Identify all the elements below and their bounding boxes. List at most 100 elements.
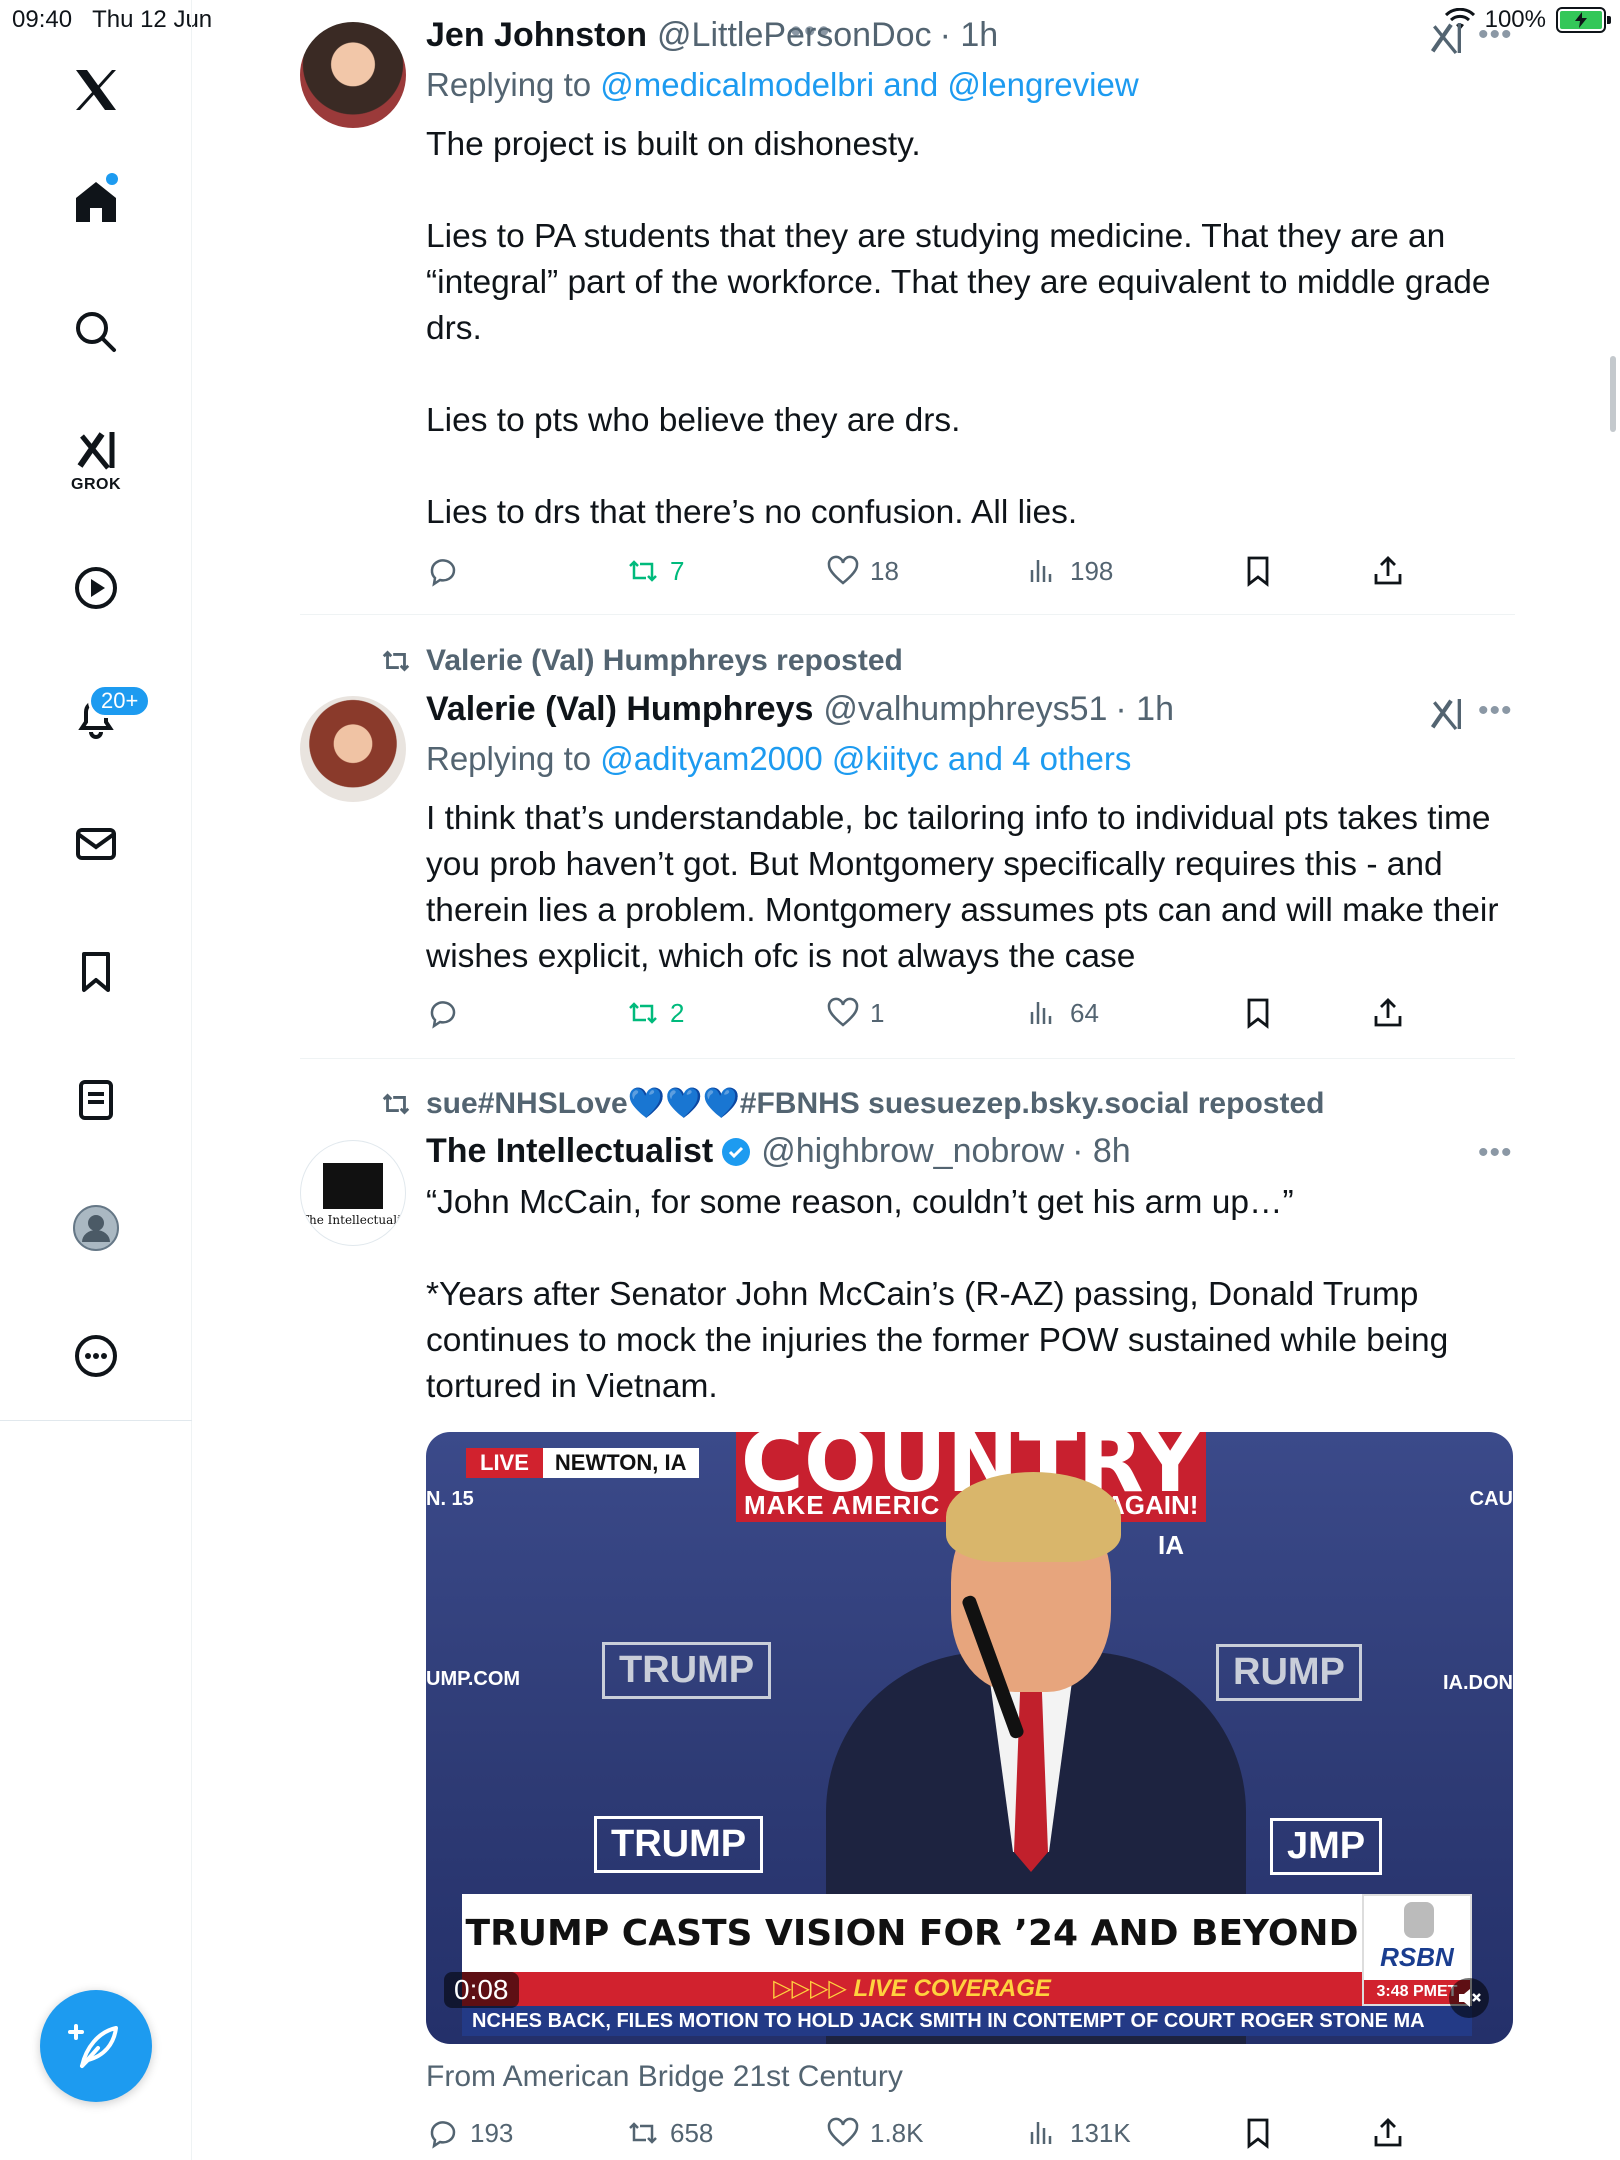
- share-icon: [1374, 998, 1402, 1027]
- video-play-icon[interactable]: [66, 558, 126, 618]
- repost-button[interactable]: 7: [626, 554, 684, 588]
- replying-to-link[interactable]: @adityam2000 @kiityc and 4 others: [600, 740, 1131, 777]
- reply-icon: [430, 559, 456, 587]
- repost-count: 658: [670, 2117, 714, 2148]
- avatar[interactable]: [300, 696, 406, 802]
- reply-icon: [430, 1001, 456, 1029]
- video-right-edge-url: IA.DON: [1443, 1672, 1513, 1694]
- bookmark-icon: [1247, 556, 1269, 587]
- repost-icon: [629, 560, 657, 582]
- profile-avatar-icon[interactable]: [66, 1198, 126, 1258]
- x-logo-icon[interactable]: [66, 60, 126, 120]
- share-button[interactable]: [1371, 996, 1405, 1030]
- rsbn-text: RSBN: [1380, 1942, 1454, 1972]
- repost-icon: [629, 2122, 657, 2144]
- post-valerie-humphreys[interactable]: Valerie (Val) Humphreys reposted Valerie…: [300, 616, 1515, 1056]
- share-icon: [1374, 2118, 1402, 2147]
- compose-feather-icon: [68, 2024, 118, 2068]
- post-divider: [300, 1058, 1515, 1059]
- messages-envelope-icon[interactable]: [66, 814, 126, 874]
- post-more-icon[interactable]: •••: [1478, 1136, 1513, 1170]
- like-button[interactable]: 18: [826, 554, 899, 588]
- search-icon[interactable]: [66, 302, 126, 362]
- grok-explain-icon[interactable]: [1426, 18, 1466, 58]
- post-actions: 193 658 1.8K 131K: [426, 2116, 1426, 2156]
- repost-icon: [629, 1002, 657, 1024]
- scrollbar-thumb[interactable]: [1610, 356, 1616, 432]
- live-label: LIVE: [466, 1448, 543, 1478]
- bookmarks-icon[interactable]: [66, 942, 126, 1002]
- reposted-by-text[interactable]: Valerie (Val) Humphreys reposted: [426, 644, 903, 678]
- post-divider: [300, 614, 1515, 615]
- reply-button[interactable]: 193: [426, 2116, 513, 2150]
- post-more-icon[interactable]: •••: [1478, 694, 1513, 728]
- bookmark-button[interactable]: [1241, 996, 1275, 1030]
- mute-button[interactable]: [1449, 1978, 1489, 2018]
- views-button[interactable]: 198: [1026, 554, 1113, 588]
- heart-icon: [827, 555, 859, 585]
- battery-icon: [1556, 7, 1611, 33]
- replying-to: Replying to @medicalmodelbri and @lengre…: [426, 66, 1139, 104]
- replying-prefix: Replying to: [426, 66, 601, 103]
- author-name[interactable]: Jen Johnston: [426, 16, 647, 55]
- video-sign-bottom: TRUMP: [594, 1816, 764, 1873]
- grok-icon[interactable]: [66, 420, 126, 480]
- location-label: NEWTON, IA: [542, 1448, 699, 1478]
- post-more-icon[interactable]: •••: [1478, 18, 1513, 52]
- home-unread-dot: [106, 173, 118, 185]
- replying-prefix: Replying to: [426, 740, 601, 777]
- video-timer: 0:08: [444, 1972, 519, 2008]
- replying-to-link[interactable]: @medicalmodelbri and @lengreview: [600, 66, 1138, 103]
- avatar-logo-mark: [323, 1163, 383, 1209]
- avatar[interactable]: [300, 22, 406, 128]
- video-make-text: MAKE AMERIC: [744, 1490, 941, 1520]
- post-actions: 7 18 198: [426, 554, 1426, 594]
- verified-badge-icon: [722, 1137, 751, 1166]
- share-button[interactable]: [1371, 2116, 1405, 2150]
- reply-count: 193: [470, 2117, 514, 2148]
- more-options-icon[interactable]: [66, 1326, 126, 1386]
- reply-button[interactable]: [426, 554, 470, 588]
- video-player[interactable]: COUNTRY LIVE NEWTON, IA N. 15 UMP.COM CA…: [426, 1432, 1513, 2044]
- like-button[interactable]: 1.8K: [826, 2116, 924, 2150]
- like-count: 1.8K: [870, 2117, 924, 2148]
- rsbn-microphone-icon: [1404, 1902, 1434, 1938]
- post-jen-johnston[interactable]: Jen Johnston @LittlePersonDoc · 1h ••• R…: [300, 0, 1515, 612]
- video-sign-right: RUMP: [1216, 1644, 1362, 1701]
- avatar-logo-text: The Intellectualist: [301, 1213, 406, 1227]
- replying-to: Replying to @adityam2000 @kiityc and 4 o…: [426, 740, 1131, 778]
- grok-explain-icon[interactable]: [1426, 694, 1466, 734]
- author-handle[interactable]: @LittlePersonDoc: [657, 16, 932, 55]
- compose-post-button[interactable]: [40, 1990, 152, 2102]
- view-count: 64: [1070, 997, 1099, 1028]
- repost-button[interactable]: 2: [626, 996, 684, 1030]
- author-name[interactable]: The Intellectualist: [426, 1132, 713, 1171]
- lists-icon[interactable]: [66, 1070, 126, 1130]
- views-button[interactable]: 64: [1026, 996, 1099, 1030]
- video-source-label[interactable]: From American Bridge 21st Century: [426, 2060, 903, 2094]
- reply-icon: [430, 2121, 456, 2149]
- muted-speaker-icon: [1459, 1989, 1481, 2007]
- grok-label: GROK: [71, 476, 121, 493]
- author-handle[interactable]: @highbrow_nobrow: [761, 1132, 1064, 1171]
- video-sign-left: TRUMP: [602, 1642, 772, 1699]
- repost-button[interactable]: 658: [626, 2116, 713, 2150]
- repost-indicator-icon: [382, 650, 410, 672]
- like-button[interactable]: 1: [826, 996, 884, 1030]
- reposted-by-text[interactable]: sue#NHSLove💙💙💙#FBNHS suesuezep.bsky.soci…: [426, 1086, 1324, 1121]
- bookmark-icon: [1247, 2118, 1269, 2149]
- share-button[interactable]: [1371, 554, 1405, 588]
- reposted-by-row: sue#NHSLove💙💙💙#FBNHS suesuezep.bsky.soci…: [380, 1086, 1324, 1121]
- author-name[interactable]: Valerie (Val) Humphreys: [426, 690, 813, 729]
- video-live-tag: LIVE NEWTON, IA: [466, 1448, 699, 1478]
- reply-button[interactable]: [426, 996, 470, 1030]
- like-count: 18: [870, 555, 899, 586]
- bookmark-icon: [1247, 998, 1269, 1029]
- views-button[interactable]: 131K: [1026, 2116, 1131, 2150]
- bookmark-button[interactable]: [1241, 554, 1275, 588]
- avatar[interactable]: The Intellectualist: [300, 1140, 406, 1246]
- bookmark-button[interactable]: [1241, 2116, 1275, 2150]
- repost-count: 2: [670, 997, 685, 1028]
- author-handle[interactable]: @valhumphreys51: [823, 690, 1107, 729]
- video-left-edge-url: UMP.COM: [426, 1668, 521, 1690]
